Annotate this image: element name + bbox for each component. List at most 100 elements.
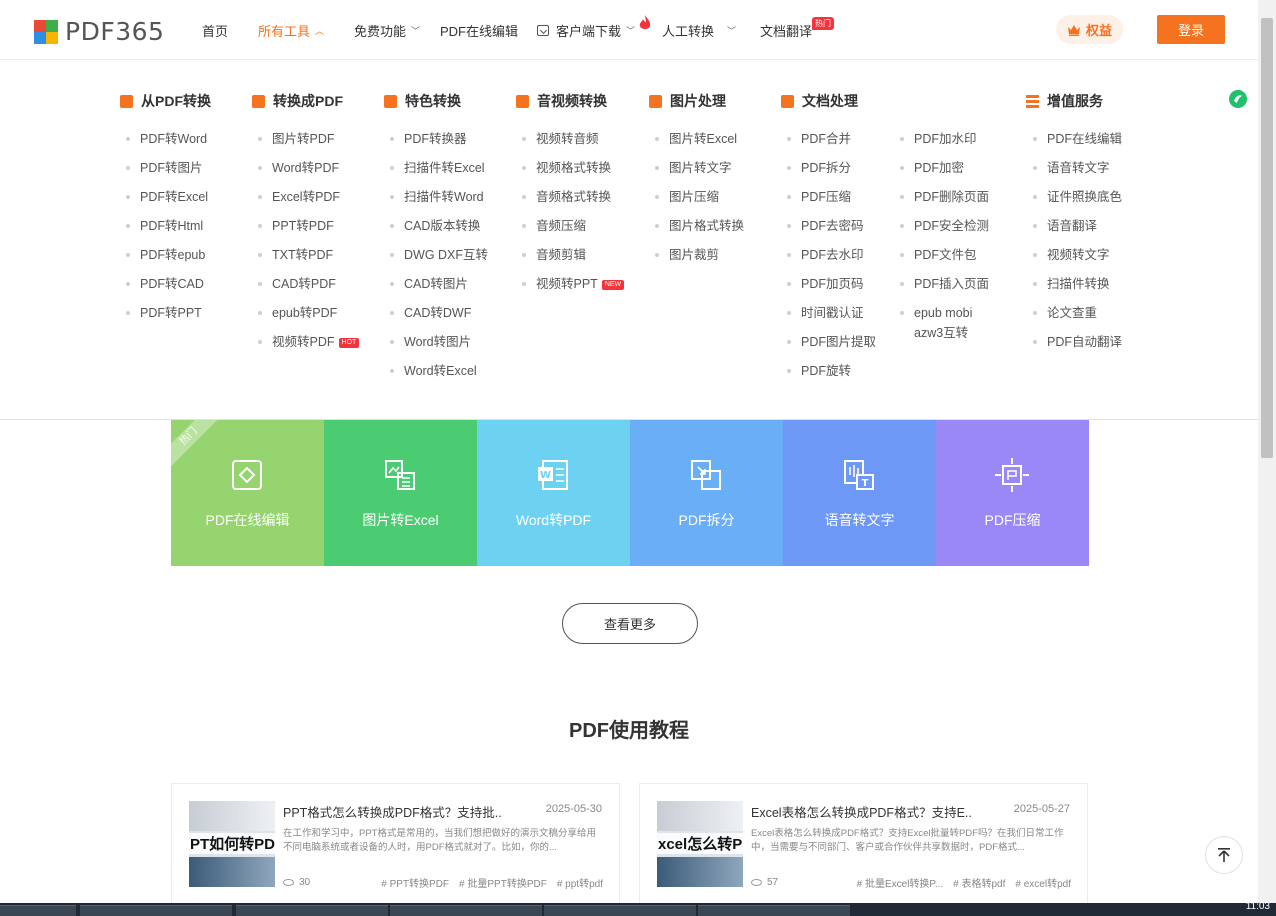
menu-item[interactable]: CAD转图片 bbox=[390, 274, 468, 294]
menu-item[interactable]: 视频转PDF HOT bbox=[257, 332, 360, 352]
menu-item[interactable]: CAD版本转换 bbox=[389, 216, 480, 236]
menu-item[interactable]: 图片裁剪 bbox=[654, 245, 719, 265]
menu-item[interactable]: 语音转文字 bbox=[1033, 158, 1110, 178]
taskbar-item[interactable] bbox=[0, 905, 76, 916]
article-tag[interactable]: # PPT转换PDF bbox=[381, 875, 449, 890]
logo[interactable]: PDF365 bbox=[34, 17, 164, 46]
menu-item[interactable]: PDF文件包 bbox=[900, 245, 977, 265]
menu-item[interactable]: 音频压缩 bbox=[521, 216, 587, 236]
menu-item[interactable]: PDF转Excel bbox=[125, 187, 208, 207]
menu-item[interactable]: 图片转Excel bbox=[654, 129, 737, 149]
menu-item[interactable]: PDF合并 bbox=[786, 129, 851, 149]
tool-tile[interactable]: W Word转PDF bbox=[477, 420, 630, 566]
article-tag[interactable]: # 批量PPT转换PDF bbox=[459, 875, 547, 890]
assistant-logo-icon[interactable] bbox=[1228, 89, 1248, 109]
tool-tile[interactable]: 热门 PDF在线编辑 bbox=[171, 420, 324, 566]
tool-tile[interactable]: PDF压缩 bbox=[936, 420, 1089, 566]
article-card[interactable]: PT如何转PD PPT格式怎么转换成PDF格式？支持批... 2025-05-30 在… bbox=[171, 783, 620, 903]
nav-free-features[interactable]: 免费功能 ﹀ bbox=[354, 0, 420, 60]
menu-item-label: 音频压缩 bbox=[536, 219, 587, 233]
menu-item[interactable]: 音频格式转换 bbox=[521, 187, 611, 207]
menu-item[interactable]: PDF加水印 bbox=[900, 129, 977, 149]
menu-item[interactable]: PDF加密 bbox=[899, 158, 964, 178]
tool-tile[interactable]: T 语音转文字 bbox=[783, 420, 936, 566]
menu-item[interactable]: CAD转PDF bbox=[258, 274, 336, 294]
article-thumbnail[interactable]: xcel怎么转PD bbox=[657, 801, 743, 887]
nav-home[interactable]: 首页 bbox=[202, 0, 228, 60]
nav-doc-translate[interactable]: 文档翻译 bbox=[760, 0, 812, 60]
menu-item[interactable]: Excel转PDF bbox=[257, 187, 340, 207]
menu-item[interactable]: 论文查重 bbox=[1032, 303, 1097, 323]
menu-item[interactable]: 图片转文字 bbox=[655, 158, 732, 178]
menu-item[interactable]: 扫描件转换 bbox=[1033, 274, 1110, 294]
menu-item[interactable]: PDF拆分 bbox=[786, 158, 851, 178]
menu-item[interactable]: PDF转epub bbox=[125, 245, 205, 265]
menu-item[interactable]: PDF加页码 bbox=[787, 274, 864, 294]
article-title[interactable]: Excel表格怎么转换成PDF格式？支持E... bbox=[751, 802, 971, 821]
menu-item[interactable]: epub转PDF bbox=[257, 303, 337, 323]
menu-item[interactable]: PDF旋转 bbox=[786, 361, 851, 381]
menu-item[interactable]: 语音翻译 bbox=[1032, 216, 1097, 236]
taskbar-item[interactable] bbox=[544, 905, 696, 916]
menu-item[interactable]: 图片格式转换 bbox=[654, 216, 744, 236]
menu-item[interactable]: 视频转PPT NEW bbox=[521, 274, 625, 294]
article-tag[interactable]: # ppt转pdf bbox=[557, 875, 603, 890]
article-thumbnail[interactable]: PT如何转PD bbox=[189, 801, 275, 887]
nav-pdf-online-edit[interactable]: PDF在线编辑 bbox=[440, 0, 518, 60]
menu-item[interactable]: PDF压缩 bbox=[786, 187, 851, 207]
article-card[interactable]: xcel怎么转PD Excel表格怎么转换成PDF格式？支持E... 2025-05… bbox=[639, 783, 1088, 903]
menu-item[interactable]: PDF去密码 bbox=[787, 216, 864, 236]
menu-item[interactable]: 时间戳认证 bbox=[787, 303, 864, 323]
menu-item[interactable]: CAD转DWF bbox=[389, 303, 471, 323]
nav-all-tools[interactable]: 所有工具 ︿ bbox=[258, 0, 324, 60]
menu-item[interactable]: PDF自动翻译 bbox=[1032, 332, 1122, 352]
article-tag[interactable]: # excel转pdf bbox=[1015, 875, 1071, 890]
menu-item[interactable]: PDF在线编辑 bbox=[1032, 129, 1122, 149]
menu-item[interactable]: TXT转PDF bbox=[257, 245, 333, 265]
all-tools-menu: 从PDF转换 PDF转Word PDF转图片 PDF转Excel PDF转Html PDF… bbox=[0, 61, 1258, 420]
taskbar-item[interactable] bbox=[698, 905, 850, 916]
menu-item[interactable]: PDF去水印 bbox=[787, 245, 864, 265]
tool-tile[interactable]: PDF拆分 bbox=[630, 420, 783, 566]
menu-item[interactable]: 图片压缩 bbox=[654, 187, 719, 207]
menu-item[interactable]: 视频格式转换 bbox=[521, 158, 611, 178]
benefits-button[interactable]: 权益 bbox=[1056, 15, 1123, 44]
taskbar-item[interactable] bbox=[236, 905, 388, 916]
menu-item[interactable]: Word转图片 bbox=[389, 332, 471, 352]
back-to-top-button[interactable] bbox=[1205, 836, 1243, 874]
menu-item[interactable]: 证件照换底色 bbox=[1032, 187, 1122, 207]
article-title[interactable]: PPT格式怎么转换成PDF格式？支持批... bbox=[283, 802, 503, 821]
menu-item[interactable]: 扫描件转Excel bbox=[390, 158, 485, 178]
login-button[interactable]: 登录 bbox=[1157, 15, 1225, 44]
menu-item[interactable]: 音频剪辑 bbox=[521, 245, 586, 265]
menu-item[interactable]: PDF转图片 bbox=[126, 158, 203, 178]
nav-manual-convert[interactable]: 人工转换 ﹀ bbox=[662, 0, 736, 60]
menu-item[interactable]: PDF插入页面 bbox=[899, 274, 989, 294]
menu-item[interactable]: PPT转PDF bbox=[258, 216, 334, 236]
menu-item[interactable]: 扫描件转Word bbox=[390, 187, 484, 207]
nav-client-download[interactable]: 客户端下载 ﹀ bbox=[537, 0, 635, 60]
menu-item[interactable]: Word转Excel bbox=[390, 361, 477, 381]
menu-item[interactable]: PDF转PPT bbox=[126, 303, 202, 323]
menu-item[interactable]: 视频转音频 bbox=[522, 129, 599, 149]
menu-item[interactable]: PDF转Html bbox=[125, 216, 203, 236]
menu-item[interactable]: 视频转文字 bbox=[1033, 245, 1110, 265]
menu-item[interactable]: 图片转PDF bbox=[258, 129, 335, 149]
menu-item[interactable]: epub mobi azw3互转 bbox=[900, 303, 984, 343]
article-tag[interactable]: # 批量Excel转换P... bbox=[857, 875, 944, 890]
tool-tile[interactable]: 图片转Excel bbox=[324, 420, 477, 566]
menu-item[interactable]: PDF转换器 bbox=[390, 129, 467, 149]
menu-item[interactable]: DWG DXF互转 bbox=[389, 245, 488, 265]
menu-item[interactable]: PDF转Word bbox=[125, 129, 207, 149]
scroll-thumb[interactable] bbox=[1261, 18, 1273, 458]
menu-item[interactable]: PDF转CAD bbox=[126, 274, 204, 294]
taskbar-item[interactable] bbox=[390, 905, 542, 916]
view-more-button[interactable]: 查看更多 bbox=[562, 603, 698, 644]
menu-item[interactable]: PDF删除页面 bbox=[899, 187, 989, 207]
article-tag[interactable]: # 表格转pdf bbox=[953, 875, 1005, 890]
page-scrollbar[interactable] bbox=[1258, 0, 1276, 903]
taskbar-item[interactable] bbox=[80, 905, 232, 916]
menu-item[interactable]: PDF图片提取 bbox=[786, 332, 876, 352]
menu-item[interactable]: PDF安全检测 bbox=[899, 216, 989, 236]
menu-item[interactable]: Word转PDF bbox=[257, 158, 339, 178]
